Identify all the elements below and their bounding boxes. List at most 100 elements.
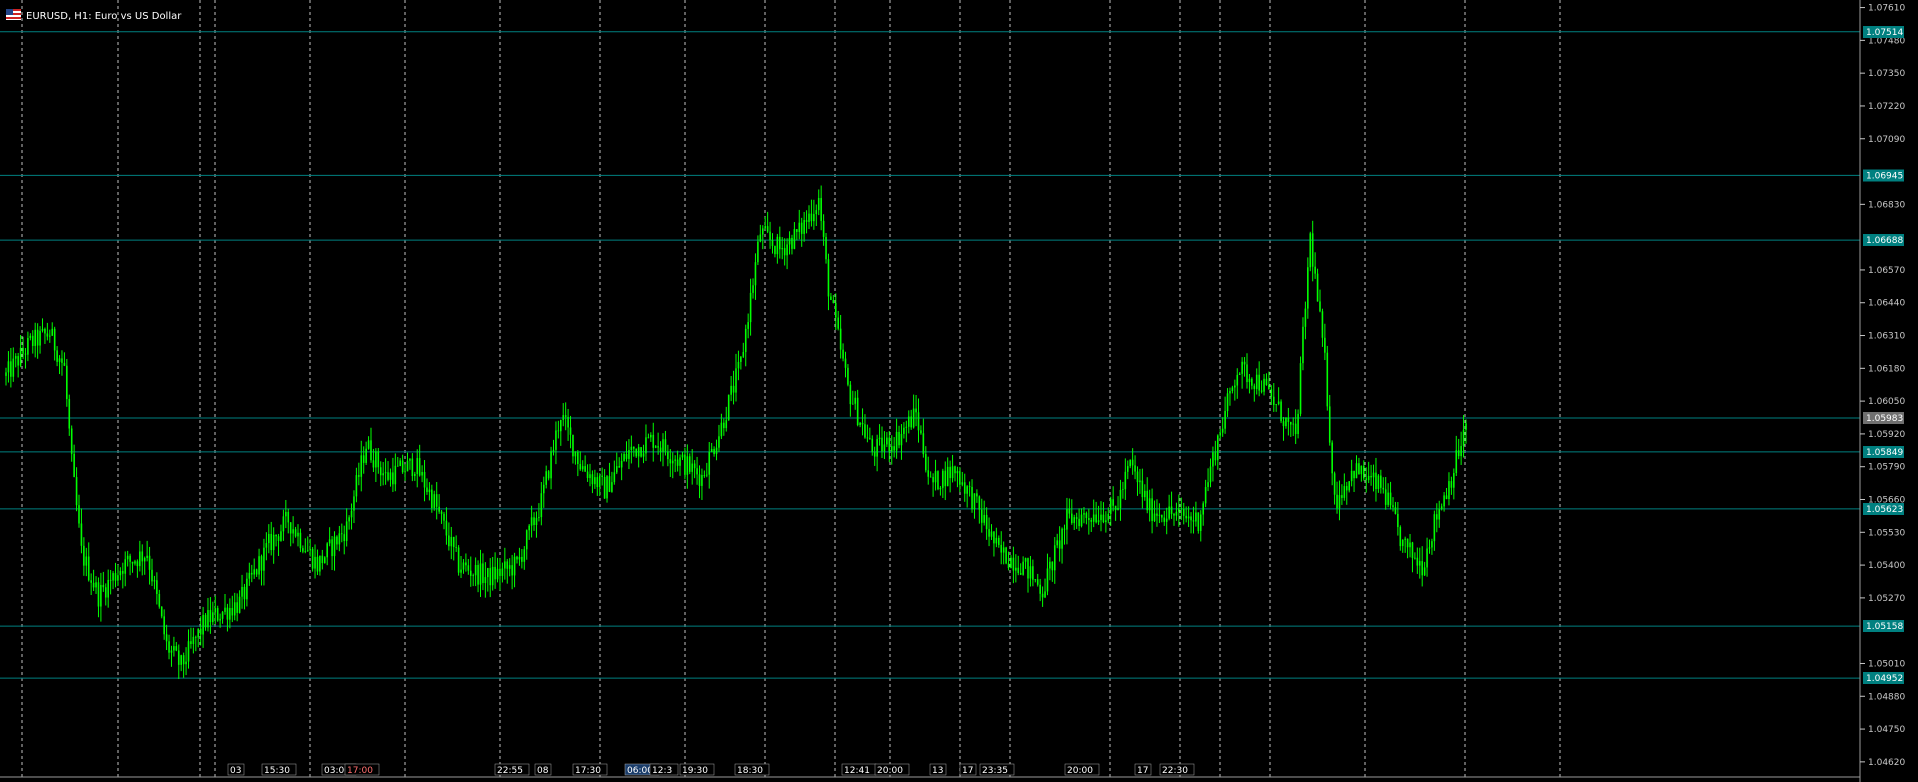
candle-body (993, 531, 995, 544)
candle-body (401, 460, 404, 473)
candle-body (316, 556, 319, 572)
candle-body (109, 579, 112, 581)
event-label[interactable]: 19:30 (682, 766, 708, 776)
candle-body (757, 241, 759, 263)
candle-body (1083, 513, 1085, 515)
candle-body (472, 575, 474, 577)
event-label[interactable]: 23:35 (982, 766, 1008, 776)
candle-body (1005, 547, 1007, 564)
candle-body (129, 555, 131, 562)
event-label[interactable]: 17 (962, 766, 973, 776)
candle-body (306, 550, 309, 552)
candle-body (348, 517, 350, 522)
candle-body (1185, 515, 1187, 519)
candle-body (241, 586, 243, 597)
candle-body (1272, 396, 1275, 405)
price-tick-label: 1.07350 (1868, 69, 1905, 79)
candle-body (92, 582, 95, 588)
candle-body (815, 210, 818, 215)
candle-body (404, 471, 406, 473)
candle-body (299, 532, 302, 549)
candle-body (1161, 514, 1163, 518)
candle-body (688, 456, 691, 472)
event-label[interactable]: 17:00 (347, 766, 373, 776)
candle-body (484, 577, 487, 584)
candle-body (691, 463, 693, 472)
candle-body (204, 614, 207, 628)
event-label[interactable]: 18:30 (737, 766, 763, 776)
candle-body (114, 573, 117, 581)
candle-body (900, 433, 903, 446)
candle-body (1051, 561, 1054, 571)
candle-body (594, 477, 596, 485)
event-label[interactable]: 17 (1137, 766, 1148, 776)
candle-body (1360, 465, 1363, 475)
candle-body (988, 529, 990, 537)
chart-window[interactable]: 1.07610 1.07480 1.07350 1.07220 1.07090 1.068… (0, 0, 1918, 782)
event-label[interactable]: 15:30 (264, 766, 290, 776)
candle-body (126, 555, 129, 560)
candle-body (839, 328, 842, 350)
event-label[interactable]: 22:30 (1162, 766, 1188, 776)
candle-body (1394, 507, 1397, 514)
candle-body (10, 361, 12, 377)
candle-body (1061, 528, 1063, 549)
candle-body (168, 641, 170, 653)
candle-body (764, 226, 766, 229)
candle-body (1173, 513, 1175, 516)
candle-body (572, 434, 574, 457)
candle-body (922, 433, 925, 455)
candle-body (1197, 512, 1200, 531)
candle-body (937, 471, 939, 490)
candle-body (533, 517, 535, 526)
event-label[interactable]: 20:00 (1067, 766, 1093, 776)
candle-body (1109, 499, 1112, 514)
candle-body (212, 612, 214, 623)
event-label[interactable]: 12:41 (844, 766, 870, 776)
candle-body (1287, 417, 1290, 422)
candle-body (1328, 406, 1331, 443)
candle-body (1243, 361, 1246, 365)
candle-body (1465, 423, 1467, 430)
candle-body (946, 466, 949, 487)
candle-body (620, 460, 623, 468)
candle-body (956, 471, 959, 474)
candle-body (1114, 505, 1117, 510)
candle-body (1041, 593, 1044, 598)
event-label[interactable]: 17:30 (575, 766, 601, 776)
candle-body (131, 561, 134, 564)
candle-body (963, 482, 966, 494)
event-label[interactable]: 06:00 (627, 766, 653, 776)
candle-body (39, 330, 41, 346)
candle-body (289, 522, 292, 534)
candle-body (742, 352, 745, 357)
price-tick-label: 1.05920 (1868, 430, 1905, 440)
event-label[interactable]: 03 (230, 766, 241, 776)
candle-body (650, 434, 652, 438)
candle-body (540, 493, 543, 518)
candle-body (944, 470, 947, 487)
event-label[interactable]: 13 (932, 766, 943, 776)
candle-body (7, 361, 10, 373)
candle-body (1204, 486, 1207, 504)
candle-body (202, 614, 204, 635)
level-price-label: 1.07514 (1866, 28, 1903, 38)
candle-body (491, 566, 494, 586)
candle-body (645, 437, 647, 454)
event-label[interactable]: 22:55 (497, 766, 523, 776)
event-label[interactable]: 12:3 (652, 766, 672, 776)
event-label[interactable]: 20:00 (877, 766, 903, 776)
chart-canvas[interactable]: 1.07610 1.07480 1.07350 1.07220 1.07090 1.068… (0, 0, 1918, 782)
candle-body (1363, 465, 1365, 479)
candle-body (448, 535, 450, 547)
candle-body (1224, 411, 1226, 429)
candle-body (625, 453, 628, 459)
candle-body (788, 237, 791, 245)
event-label[interactable]: 08 (537, 766, 549, 776)
candle-body (68, 399, 71, 429)
candle-body (233, 602, 236, 616)
candle-body (477, 565, 479, 585)
candle-body (895, 431, 898, 451)
price-tick-label: 1.05270 (1868, 594, 1905, 604)
candle-body (827, 259, 830, 297)
